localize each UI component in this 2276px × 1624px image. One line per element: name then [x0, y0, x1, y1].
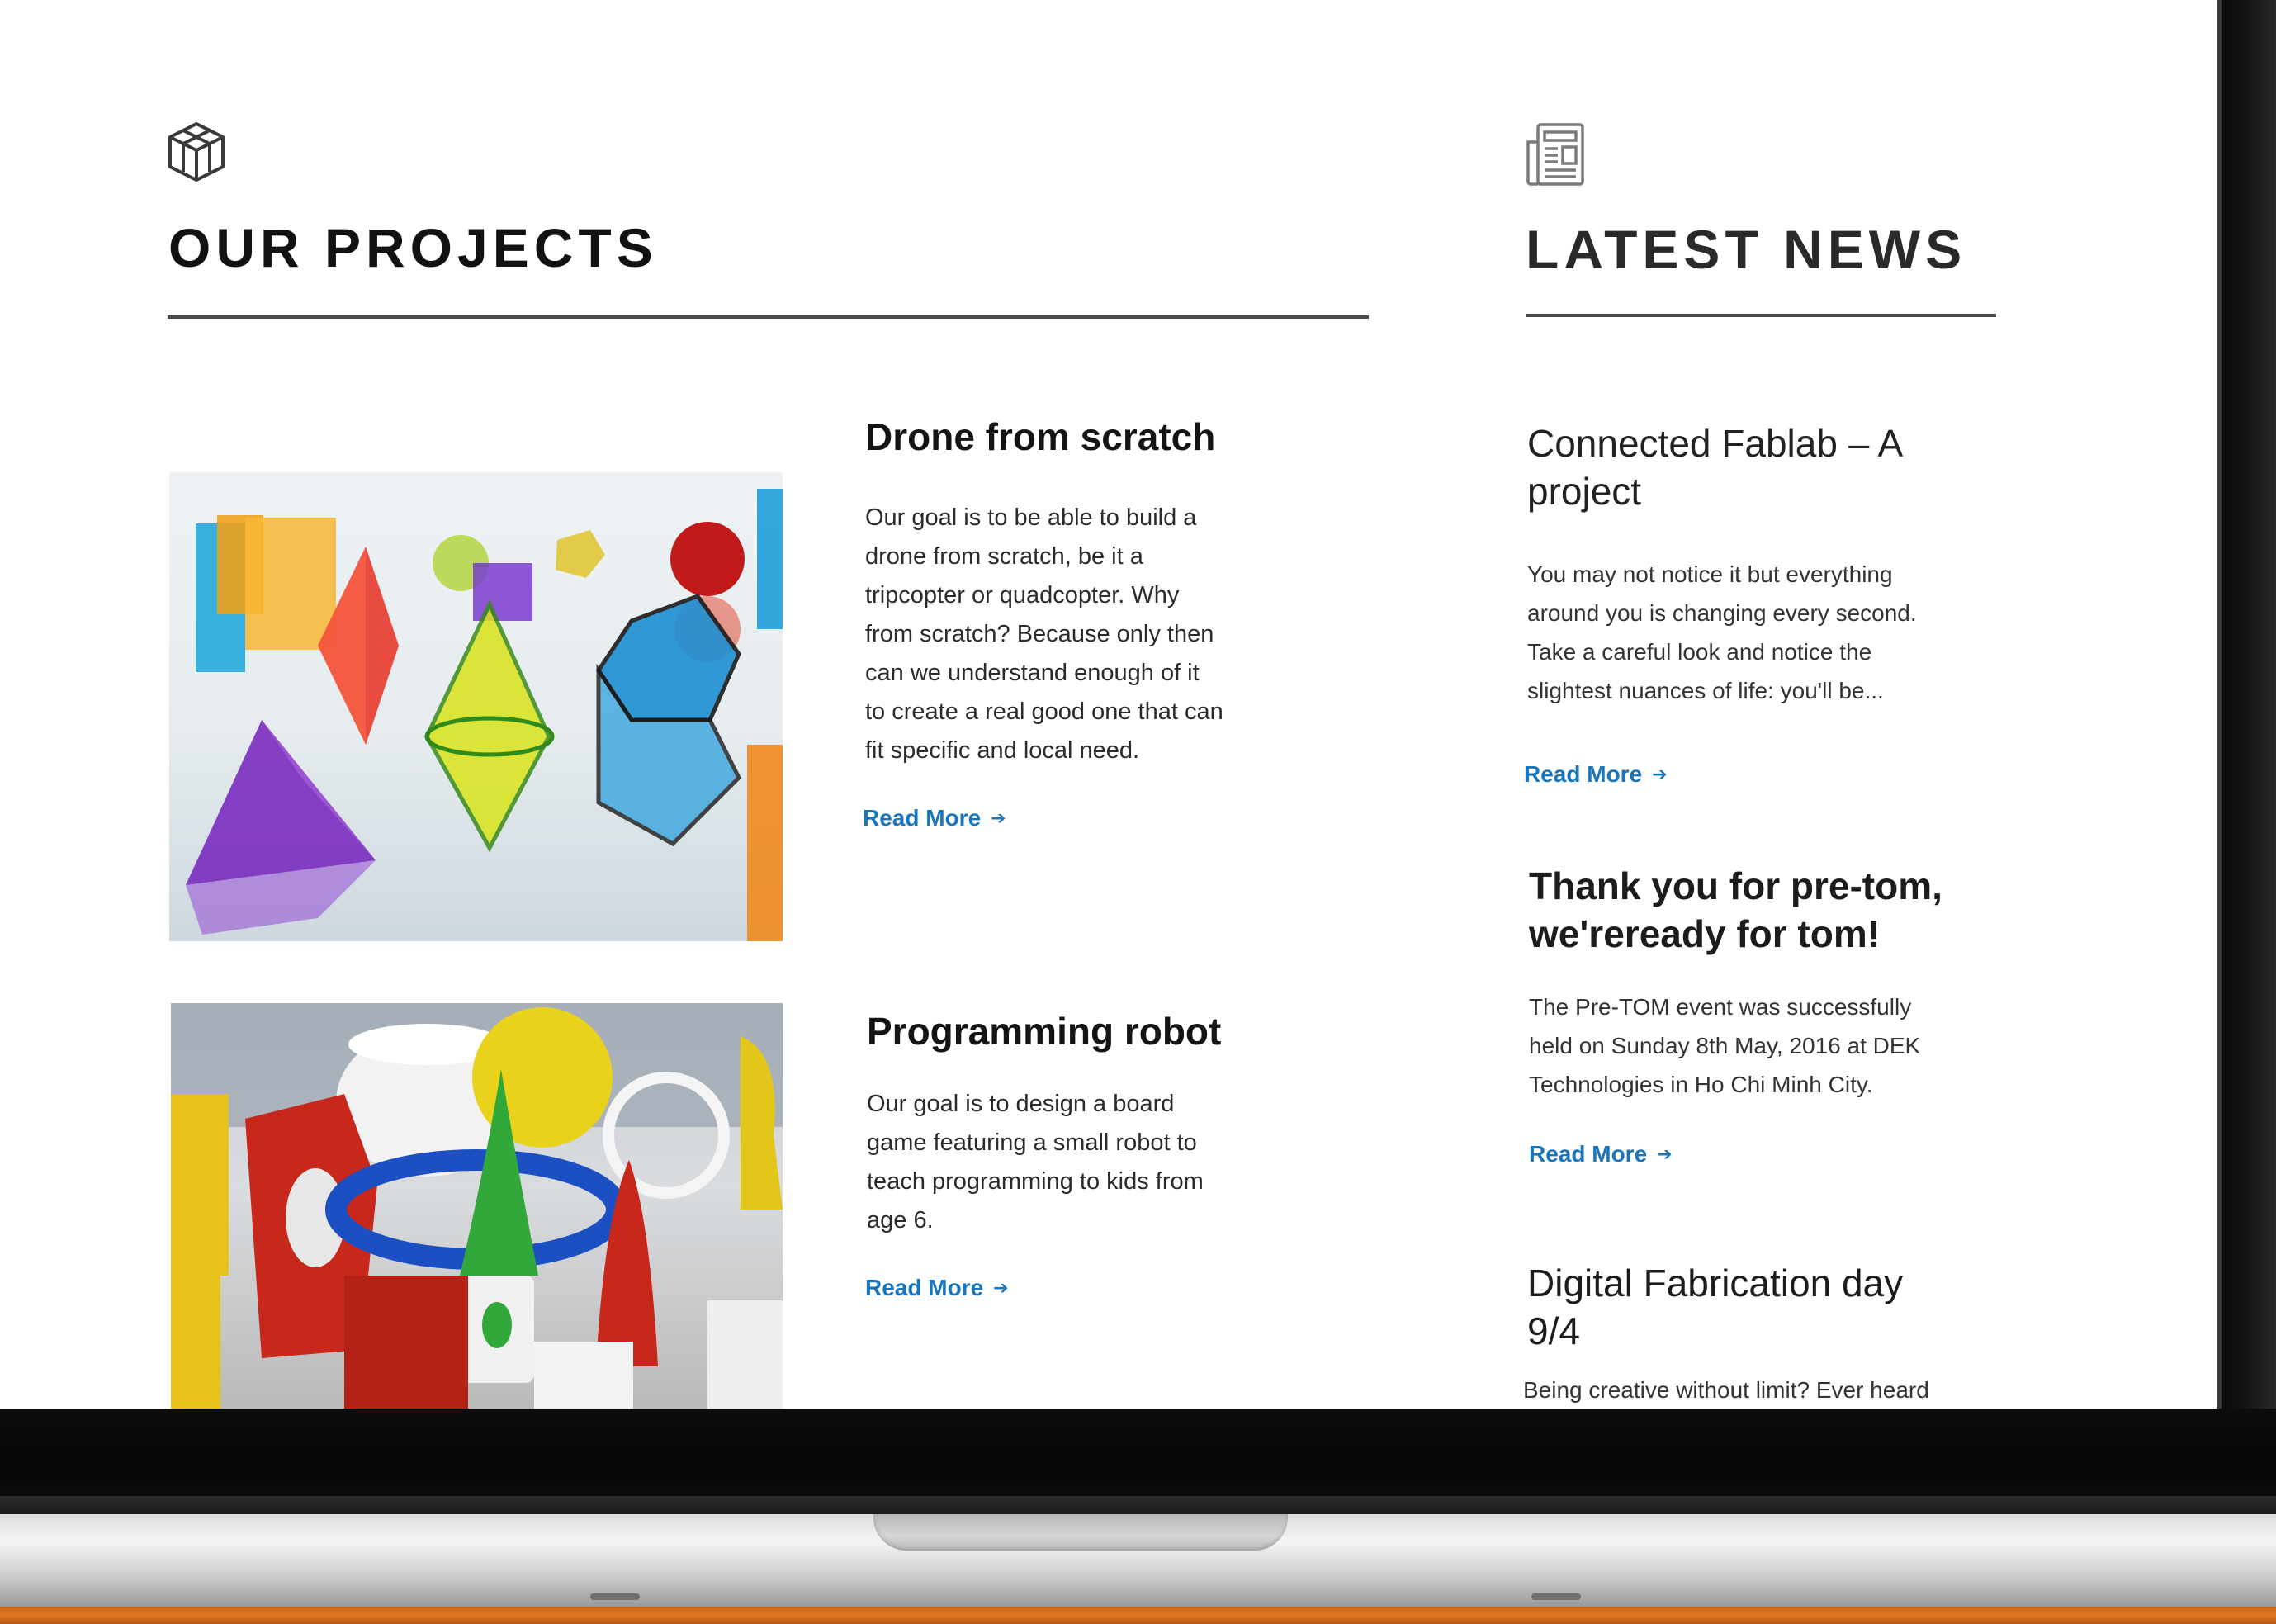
newspaper-icon [1525, 122, 1586, 191]
read-more-label: Read More [863, 805, 982, 831]
laptop-opening-notch [873, 1514, 1288, 1551]
laptop-bezel-right [2217, 0, 2276, 1420]
latest-news-heading: LATEST NEWS [1526, 219, 1967, 280]
3d-printed-objects-image[interactable] [171, 1003, 783, 1412]
arrow-right-icon: ➔ [1652, 764, 1668, 784]
colorful-geometric-shapes-image[interactable] [169, 472, 783, 941]
laptop-foot [590, 1593, 640, 1600]
read-more-link[interactable]: Read More ➔ [863, 805, 1006, 831]
news-title[interactable]: Connected Fablab – A project [1527, 419, 1903, 515]
cube-icon [165, 121, 228, 187]
news-divider [1526, 314, 1996, 317]
arrow-right-icon: ➔ [1657, 1143, 1673, 1164]
news-title[interactable]: Thank you for pre-tom, we'reready for to… [1529, 862, 1942, 958]
news-description: Being creative without limit? Ever heard [1523, 1377, 1929, 1403]
project-description: Our goal is to design a board game featu… [867, 1091, 1204, 1233]
read-more-label: Read More [1524, 761, 1643, 787]
laptop-foot [1531, 1593, 1581, 1600]
arrow-right-icon: ➔ [993, 1277, 1009, 1298]
laptop-hinge [0, 1496, 2276, 1516]
projects-divider [168, 315, 1369, 319]
news-description-clipped: Being creative without limit? Ever heard [1523, 1371, 2018, 1409]
desk-surface [0, 1607, 2276, 1624]
read-more-link[interactable]: Read More ➔ [1524, 761, 1668, 788]
project-description: Our goal is to be able to build a drone … [865, 504, 1223, 764]
read-more-label: Read More [865, 1275, 984, 1300]
arrow-right-icon: ➔ [991, 807, 1006, 828]
news-description: The Pre-TOM event was successfully held … [1529, 994, 1921, 1097]
project-title[interactable]: Programming robot [867, 1009, 1221, 1053]
news-title[interactable]: Digital Fabrication day 9/4 [1527, 1259, 1903, 1355]
news-description: You may not notice it but everything aro… [1527, 561, 1917, 703]
read-more-link[interactable]: Read More ➔ [1529, 1141, 1673, 1167]
read-more-label: Read More [1529, 1141, 1648, 1167]
read-more-link[interactable]: Read More ➔ [865, 1275, 1009, 1301]
our-projects-heading: OUR PROJECTS [168, 217, 658, 278]
laptop-bezel-edge [2217, 0, 2222, 1412]
project-title[interactable]: Drone from scratch [865, 414, 1215, 459]
